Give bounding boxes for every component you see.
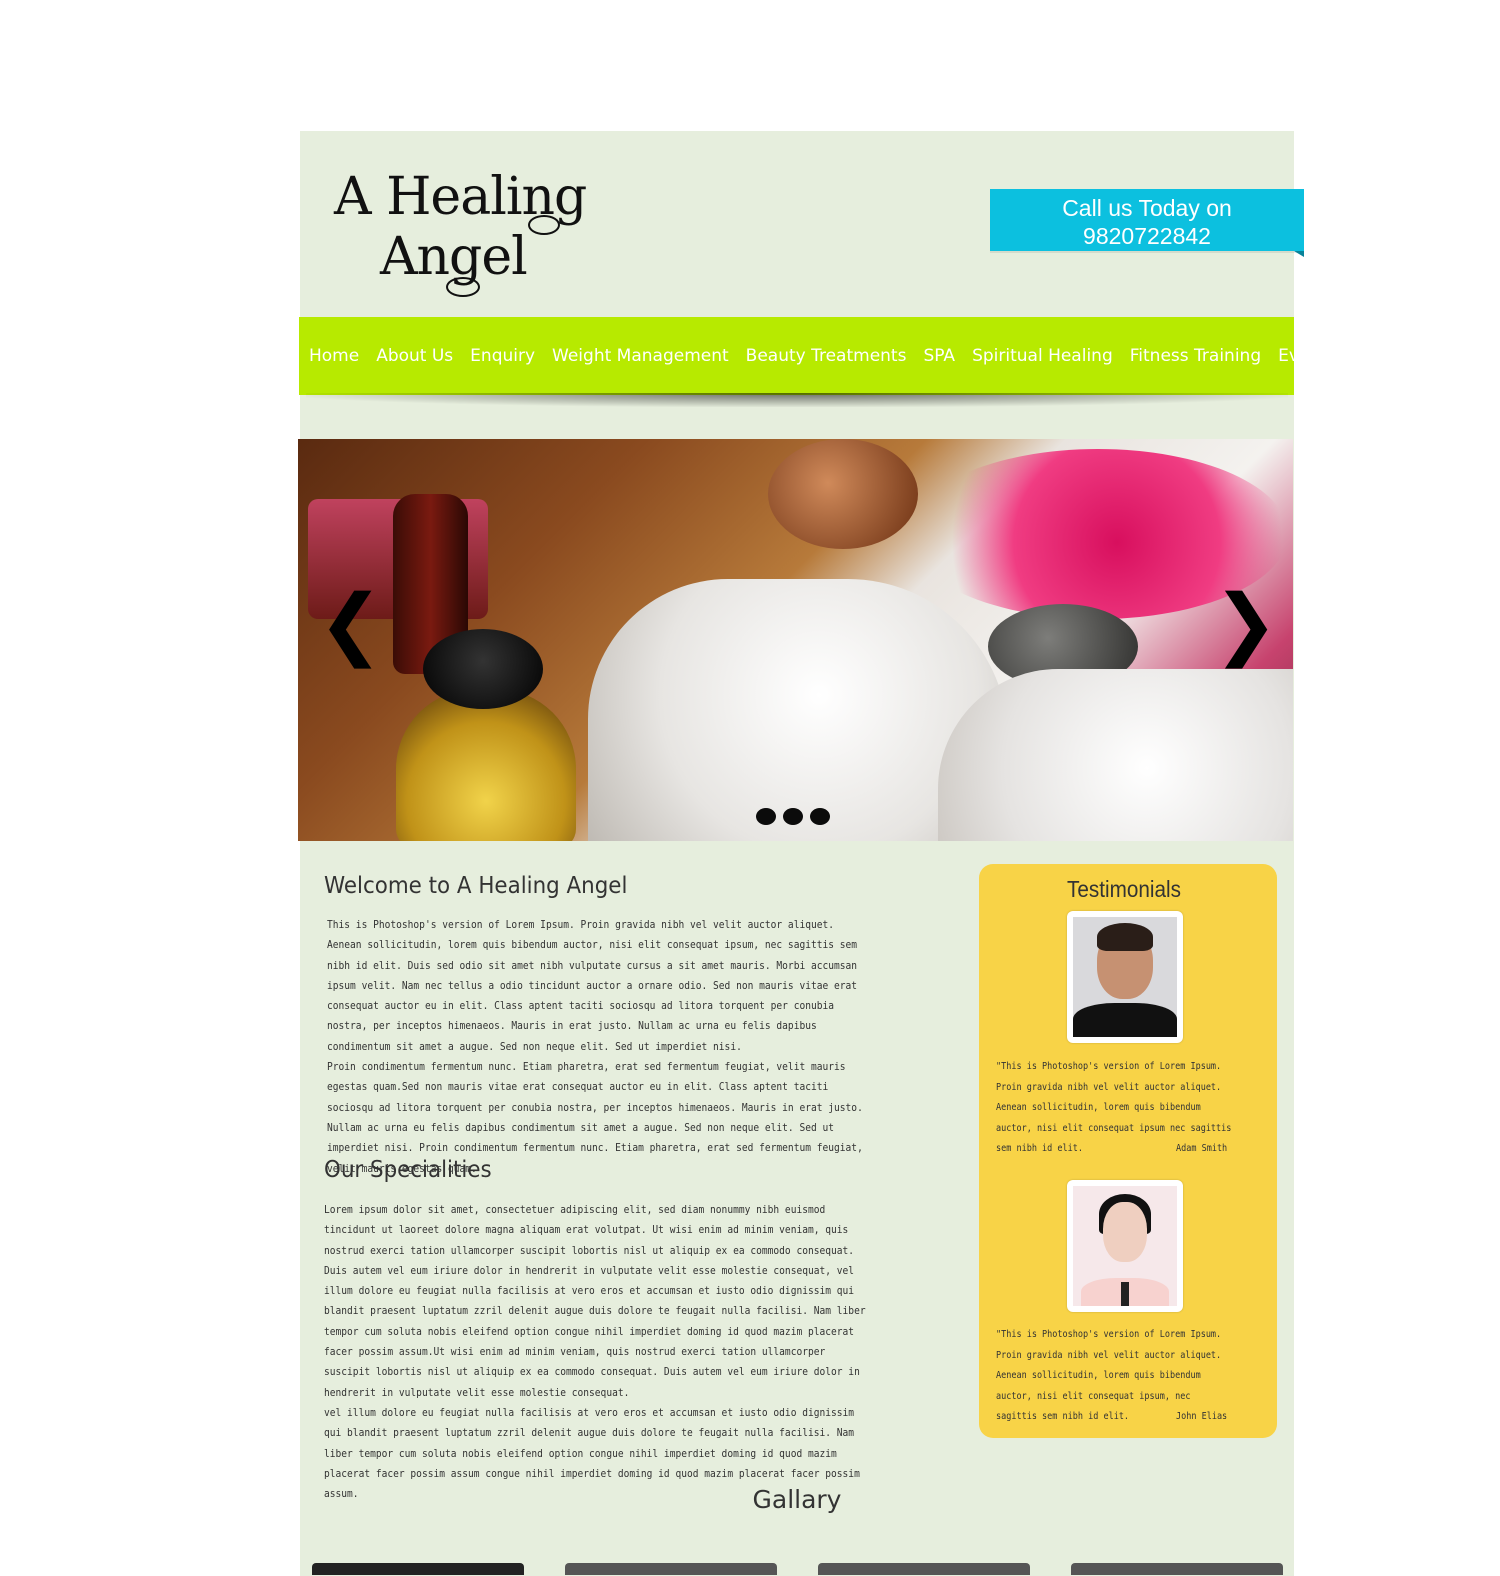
gallery-heading: Gallary [752, 1485, 842, 1514]
nav-item-home[interactable]: Home [309, 346, 359, 366]
nav-item-spiritual-healing[interactable]: Spiritual Healing [972, 346, 1113, 366]
nav-item-spa[interactable]: SPA [923, 346, 955, 366]
main-nav: Home About Us Enquiry Weight Management … [299, 317, 1336, 395]
gallery-thumbnail[interactable] [818, 1563, 1030, 1575]
nav-shadow [306, 393, 1288, 407]
nav-item-events[interactable]: Events [1278, 346, 1336, 366]
site-logo[interactable]: A Healing Angel [334, 157, 587, 302]
phone-number[interactable]: 9820722842 [1083, 223, 1211, 249]
slider-dot[interactable] [756, 808, 776, 825]
testimonials-heading: Testimonials [1067, 876, 1181, 902]
slide-image-towel [938, 669, 1293, 841]
avatar [1073, 1186, 1177, 1306]
logo-swirl-icon [528, 215, 560, 235]
specialities-heading: Our Specialities [324, 1157, 492, 1183]
slider-dots [756, 808, 830, 825]
welcome-heading: Welcome to A Healing Angel [324, 873, 628, 899]
gallery-thumbnail[interactable] [565, 1563, 777, 1575]
slide-image-wood-ball [768, 439, 918, 549]
nav-item-about-us[interactable]: About Us [376, 346, 453, 366]
testimonials-panel: Testimonials "This is Photoshop's versio… [979, 864, 1277, 1438]
welcome-text: This is Photoshop's version of Lorem Ips… [327, 915, 871, 1179]
nav-item-beauty-treatments[interactable]: Beauty Treatments [746, 346, 907, 366]
avatar [1073, 917, 1177, 1037]
slider-dot[interactable] [810, 808, 830, 825]
slider-prev-arrow-icon[interactable]: ❮ [318, 585, 383, 663]
testimonial-photo-frame [1067, 1180, 1183, 1312]
call-us-label: Call us Today on [1062, 195, 1232, 221]
gallery-thumbnail[interactable] [1071, 1563, 1283, 1575]
specialities-text: Lorem ipsum dolor sit amet, consectetuer… [324, 1200, 875, 1504]
specialities-paragraph: Lorem ipsum dolor sit amet, consectetuer… [324, 1203, 866, 1399]
ribbon-fold [1294, 251, 1304, 257]
nav-item-enquiry[interactable]: Enquiry [470, 346, 535, 366]
logo-swirl-icon [446, 277, 480, 297]
testimonial-author: John Elias [1176, 1411, 1228, 1422]
slide-image-bottle-cap [423, 629, 543, 709]
slider-dot[interactable] [783, 808, 803, 825]
page-container: A Healing Angel Call us Today on 9820722… [298, 131, 1336, 1576]
call-us-banner[interactable]: Call us Today on 9820722842 [990, 189, 1304, 257]
slider-next-arrow-icon[interactable]: ❯ [1213, 585, 1278, 663]
gallery-thumbnail[interactable] [312, 1563, 524, 1575]
nav-item-weight-management[interactable]: Weight Management [552, 346, 729, 366]
nav-item-fitness-training[interactable]: Fitness Training [1130, 346, 1261, 366]
testimonial-author: Adam Smith [1176, 1143, 1228, 1154]
welcome-paragraph: This is Photoshop's version of Lorem Ips… [327, 918, 858, 1053]
hero-slider: ❮ ❯ [298, 439, 1293, 841]
slide-image-oil-bottle [396, 689, 576, 841]
testimonial-photo-frame [1067, 911, 1183, 1043]
